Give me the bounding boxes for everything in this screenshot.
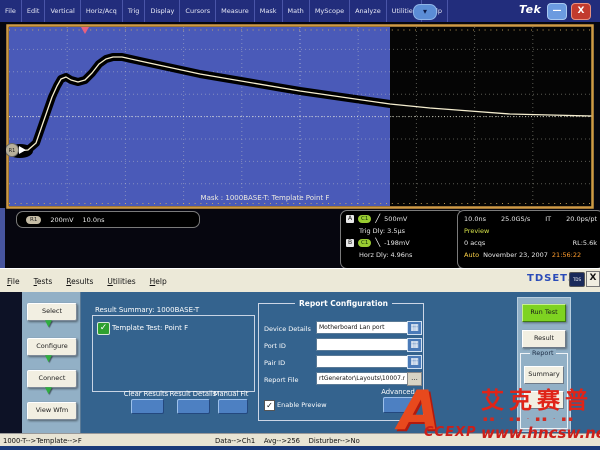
trigger-a-source-badge: C1 xyxy=(358,215,371,223)
app-status-bar: 1000-T-->Template-->F Data-->Ch1 Avg-->2… xyxy=(0,433,600,447)
screen: File Edit Vertical Horiz/Acq Trig Displa… xyxy=(0,0,600,450)
report-group: Report Summary xyxy=(520,353,568,429)
report-file-label: Report File xyxy=(264,376,299,384)
pair-id-field[interactable] xyxy=(316,355,408,368)
report-group-label: Report xyxy=(530,349,556,357)
horz-delay: Horz Dly: 4.96ns xyxy=(359,251,412,259)
browse-button[interactable]: ... xyxy=(407,372,422,386)
view-wfm-button[interactable]: View Wfm xyxy=(27,402,77,420)
scope-menu-trig[interactable]: Trig xyxy=(123,0,146,22)
falling-slope-icon: ╲ xyxy=(375,239,380,247)
tdset3-menubar: File Tests Results Utilities Help xyxy=(0,268,600,293)
bottom-strip xyxy=(0,446,600,450)
result-button[interactable]: Result xyxy=(522,330,566,348)
preview-status: Preview xyxy=(464,227,489,235)
scope-menu-mask[interactable]: Mask xyxy=(255,0,283,22)
status-test-path: 1000-T-->Template-->F xyxy=(3,437,82,445)
enable-preview-label: Enable Preview xyxy=(277,401,327,409)
clear-results-button[interactable] xyxy=(131,399,164,414)
flow-arrow-icon: ▼ xyxy=(45,386,57,396)
ref1-badge: R1 xyxy=(26,216,41,224)
acq-mode: IT xyxy=(545,215,551,223)
app-menu-file[interactable]: File xyxy=(0,277,27,286)
scope-menu-cursors[interactable]: Cursors xyxy=(180,0,216,22)
svg-text:R1: R1 xyxy=(9,148,16,154)
port-id-field[interactable] xyxy=(316,338,408,351)
ref1-timebase: 10.0ns xyxy=(83,216,105,224)
tdset3-icon: TDS xyxy=(569,272,585,287)
acquisition-readout: 10.0ns 25.0GS/s IT 20.0ps/pt Preview 0 a… xyxy=(457,210,600,269)
scope-menu-file[interactable]: File xyxy=(0,0,22,22)
ref1-readout: R1 200mV 10.0ns xyxy=(16,211,200,228)
scope-menu-analyze[interactable]: Analyze xyxy=(350,0,387,22)
manual-fit-button[interactable] xyxy=(218,399,248,414)
tdset3-close-button[interactable]: X xyxy=(586,271,600,287)
advanced-label: Advanced xyxy=(380,388,416,396)
scope-menu-vertical[interactable]: Vertical xyxy=(45,0,80,22)
mask-title-label: Mask : 1000BASE-T: Template Point F xyxy=(140,194,390,202)
scope-menu-math[interactable]: Math xyxy=(283,0,310,22)
scope-left-edge xyxy=(0,208,5,268)
date-readout: November 23, 2007 xyxy=(483,251,548,259)
app-menu-results[interactable]: Results xyxy=(59,277,100,286)
scope-menu-measure[interactable]: Measure xyxy=(216,0,255,22)
report-file-field[interactable] xyxy=(316,372,408,385)
trigger-a-level: 500mV xyxy=(384,215,407,223)
tek-logo: Tek xyxy=(519,3,541,16)
trigger-mode: Auto xyxy=(464,251,479,259)
report-configuration-title: Report Configuration xyxy=(295,299,392,308)
report-details-button[interactable] xyxy=(524,391,564,409)
pointer-mode-button[interactable]: ▾ xyxy=(413,4,437,20)
summary-button[interactable]: Summary xyxy=(524,366,564,384)
close-button[interactable]: X xyxy=(571,3,591,20)
run-panel: Run Test Result Report Summary xyxy=(517,297,571,432)
app-menu-help[interactable]: Help xyxy=(143,277,174,286)
tdset3-left-edge xyxy=(0,292,22,433)
device-details-label: Device Details xyxy=(264,325,311,333)
trigger-b-source-badge: C1 xyxy=(358,239,371,247)
ref1-scale: 200mV xyxy=(50,216,73,224)
acq-sample-rate: 25.0GS/s xyxy=(501,215,530,223)
flow-arrow-icon: ▼ xyxy=(45,319,57,329)
run-test-button[interactable]: Run Test xyxy=(522,304,566,322)
record-length: RL:5.6k xyxy=(573,239,597,247)
acq-count: 0 acqs xyxy=(464,239,485,247)
enable-preview-checkbox[interactable]: ✓ xyxy=(264,400,275,411)
result-summary-label: Result Summary: 1000BASE-T xyxy=(95,306,199,314)
scope-menu-myscope[interactable]: MyScope xyxy=(310,0,350,22)
keypad-icon[interactable]: ▦ xyxy=(407,321,422,335)
keypad-icon[interactable]: ▦ xyxy=(407,338,422,352)
test-item-label: Template Test: Point F xyxy=(112,324,188,332)
scope-menu-edit[interactable]: Edit xyxy=(22,0,46,22)
app-menu-utilities[interactable]: Utilities xyxy=(100,277,142,286)
trigger-b-badge: B xyxy=(346,239,354,247)
acq-resolution: 20.0ps/pt xyxy=(566,215,597,223)
rising-slope-icon: ╱ xyxy=(375,215,380,223)
result-details-button[interactable] xyxy=(177,399,210,414)
acq-timebase: 10.0ns xyxy=(464,215,486,223)
scope-menu-display[interactable]: Display xyxy=(145,0,180,22)
report-configuration-group: Report Configuration Device Details ▦ Po… xyxy=(258,303,424,421)
app-menu-tests[interactable]: Tests xyxy=(27,277,60,286)
trigger-b-level: -198mV xyxy=(384,239,410,247)
keypad-icon[interactable]: ▦ xyxy=(407,355,422,369)
flow-arrow-icon: ▼ xyxy=(45,354,57,364)
scope-menubar: File Edit Vertical Horiz/Acq Trig Displa… xyxy=(0,0,600,22)
port-id-label: Port ID xyxy=(264,342,286,350)
pair-id-label: Pair ID xyxy=(264,359,285,367)
time-readout: 21:56:22 xyxy=(552,251,581,259)
minimize-button[interactable]: — xyxy=(547,3,567,20)
manual-fit-label: Manual Fit xyxy=(206,390,256,398)
scope-menu-horizacq[interactable]: Horiz/Acq xyxy=(81,0,123,22)
device-details-field[interactable] xyxy=(316,321,408,334)
advanced-button[interactable] xyxy=(383,397,415,413)
trig-delay: Trig Dly: 3.5µs xyxy=(359,227,405,235)
test-pass-checkbox[interactable]: ✓ xyxy=(97,322,110,335)
status-acquisition-info: Data-->Ch1 Avg-->256 Disturber-->No xyxy=(215,437,360,445)
waveform-display: R1 xyxy=(6,24,594,210)
trigger-a-badge: A xyxy=(346,215,354,223)
trigger-readout: A C1 ╱ 500mV Trig Dly: 3.5µs B C1 ╲ -198… xyxy=(340,210,464,269)
